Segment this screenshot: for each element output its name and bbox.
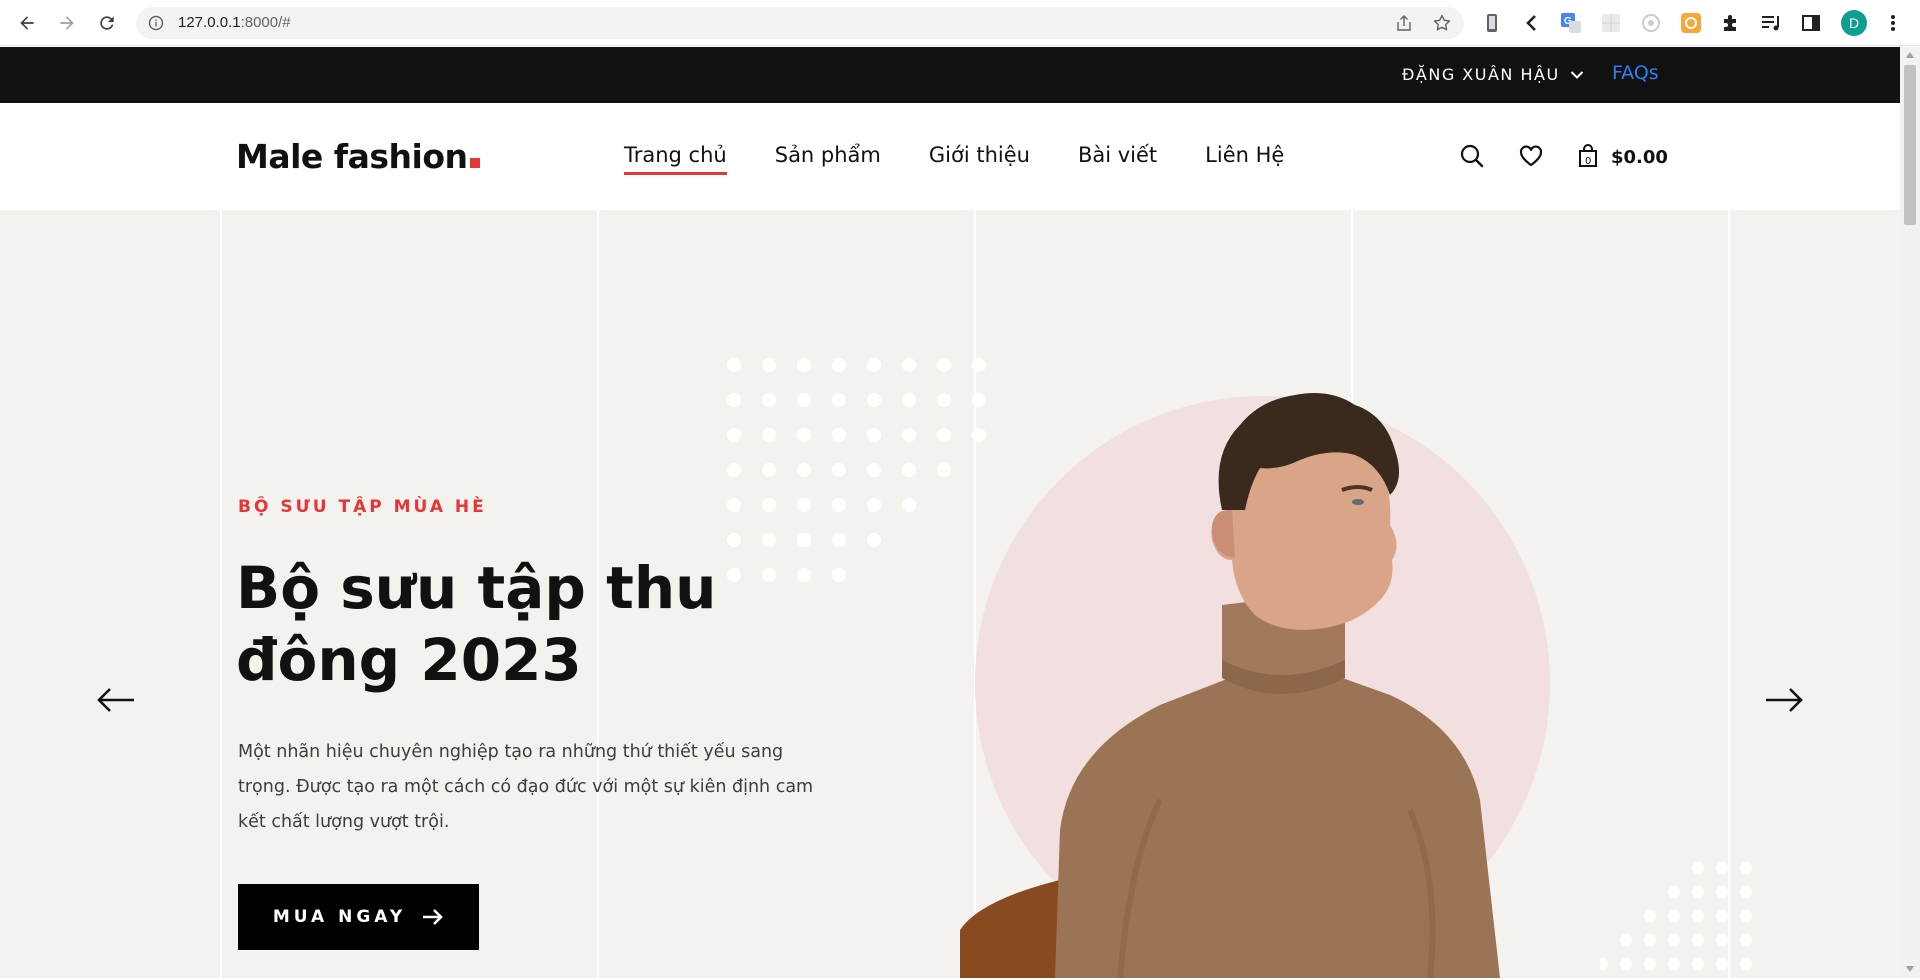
extension-translate-icon[interactable]: G [1560,12,1582,34]
main-nav: Trang chủ Sản phẩm Giới thiệu Bài viết Liên … [624,143,1284,175]
next-slide-arrow-icon[interactable] [1764,686,1804,714]
back-button[interactable] [14,10,40,36]
top-bar: ĐẶNG XUÂN HẬU FAQs [0,47,1900,103]
chevron-down-icon [1570,70,1583,79]
nav-item-4[interactable]: Bài viết [1078,143,1157,173]
extension-phone-icon[interactable] [1481,12,1503,34]
nav-item-5[interactable]: Liên Hệ [1205,143,1284,173]
logo-text: Male fashion [236,137,468,176]
url-path: :8000/# [240,14,291,31]
hero-subtitle: BỘ SƯU TẬP MÙA HÈ [238,497,487,517]
extension-grid-icon[interactable] [1600,12,1622,34]
browser-toolbar: 127.0.0.1:8000/# G D [0,0,1920,46]
prev-slide-arrow-icon[interactable] [96,686,136,714]
account-name: ĐẶNG XUÂN HẬU [1402,65,1560,84]
extensions-puzzle-icon[interactable] [1720,12,1742,34]
nav-item-2[interactable]: Sản phẩm [775,143,881,173]
url-host: 127.0.0.1 [178,14,241,31]
cart-count: 0 [1585,156,1591,167]
hero-description: Một nhãn hiệu chuyên nghiệp tạo ra những… [238,742,814,832]
search-icon[interactable] [1459,143,1485,169]
nav-item-1[interactable]: Trang chủ [624,143,727,175]
bookmark-star-icon[interactable] [1432,13,1452,33]
hero-model-image [960,392,1500,978]
scroll-thumb[interactable] [1904,65,1916,225]
extension-orange-icon[interactable] [1680,12,1702,34]
hero-slider: BỘ SƯU TẬP MÙA HÈ Bộ sưu tập thu đông 20… [0,210,1900,978]
cart-button[interactable]: 0 [1576,143,1602,169]
logo-dot [469,158,480,168]
faqs-link[interactable]: FAQs [1612,62,1659,84]
shop-now-button[interactable]: MUA NGAY [238,884,479,950]
arrow-left-icon [20,16,34,30]
dot-pattern-bottom [1600,862,1752,970]
media-queue-icon[interactable] [1760,12,1782,34]
scroll-down-icon[interactable] [1905,965,1915,973]
address-bar[interactable]: 127.0.0.1:8000/# [136,7,1464,39]
url-text: 127.0.0.1:8000/# [178,14,291,31]
shopping-bag-icon: 0 [1579,144,1597,167]
scroll-up-icon[interactable] [1905,51,1915,59]
hero-title: Bộ sưu tập thu đông 2023 [236,554,717,694]
account-dropdown[interactable]: ĐẶNG XUÂN HẬU [1402,65,1584,84]
arrow-right-icon [60,16,74,30]
shop-now-label: MUA NGAY [272,907,407,927]
reload-button[interactable] [94,10,120,36]
arrow-right-icon [423,909,443,925]
nav-item-3[interactable]: Giới thiệu [929,143,1030,173]
grid-line [220,210,222,978]
heart-icon[interactable] [1518,143,1544,169]
site-logo[interactable]: Male fashion [236,137,480,176]
profile-initial: D [1848,15,1860,31]
browser-menu-icon[interactable] [1882,12,1904,34]
forward-button[interactable] [54,10,80,36]
side-panel-icon[interactable] [1800,12,1822,34]
site-header: Male fashion Trang chủ Sản phẩm Giới thiệu… [0,103,1900,210]
page-scrollbar[interactable] [1900,47,1920,978]
cart-total: $0.00 [1611,147,1668,168]
reload-icon [100,16,114,30]
extension-chevron-icon[interactable] [1520,12,1542,34]
extension-target-icon[interactable] [1640,12,1662,34]
share-icon[interactable] [1394,13,1414,33]
info-icon[interactable] [148,15,164,31]
profile-avatar[interactable]: D [1841,10,1867,36]
